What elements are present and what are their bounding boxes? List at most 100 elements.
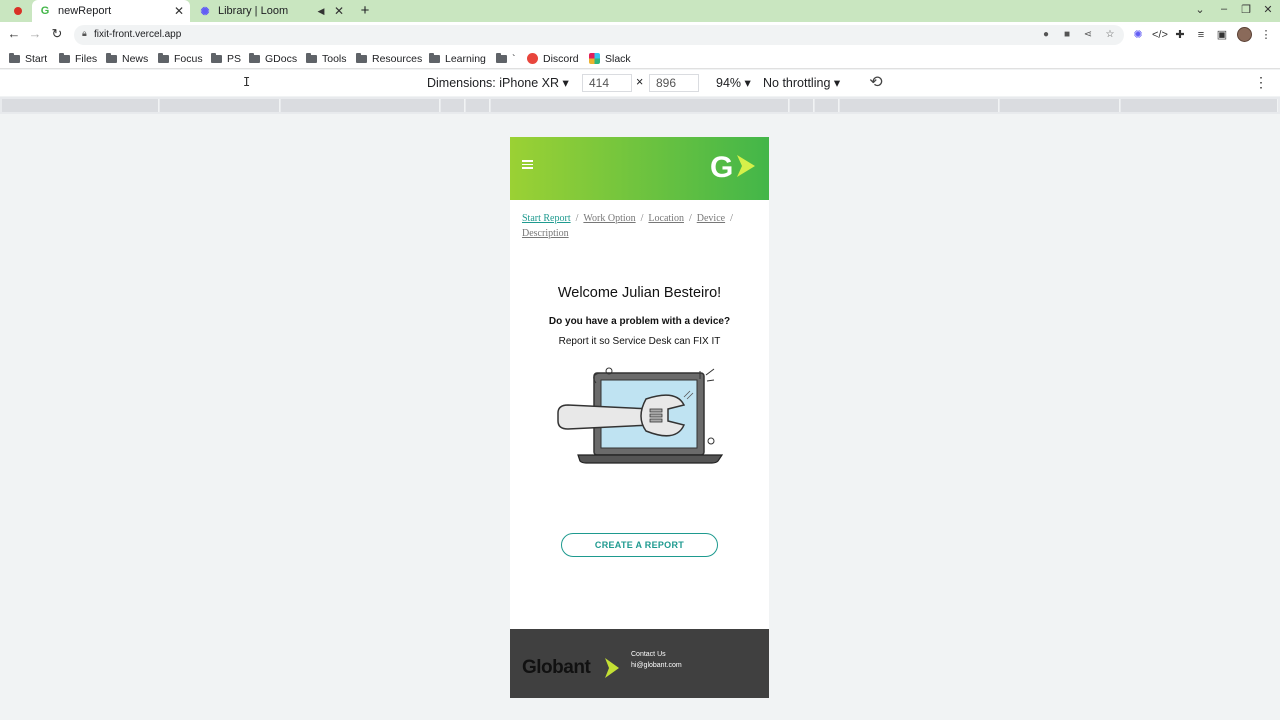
reading-list-icon[interactable]: ≡	[1194, 28, 1208, 42]
breadcrumb-separator: /	[640, 213, 644, 224]
media-query-segment[interactable]	[441, 99, 465, 112]
extensions-puzzle-icon[interactable]: ✚	[1173, 28, 1187, 42]
forward-icon[interactable]: →	[27, 26, 43, 42]
tab-search-icon[interactable]: ⌄	[1193, 3, 1207, 16]
bookmark-label: PS	[227, 52, 242, 65]
chrome-menu-icon[interactable]: ⋮	[1259, 28, 1273, 42]
media-query-segment[interactable]	[815, 99, 839, 112]
slack-icon	[589, 53, 600, 64]
contact-us-label: Contact Us	[631, 651, 666, 658]
extension-code-icon[interactable]: </>	[1152, 28, 1168, 42]
media-query-segment[interactable]	[840, 99, 999, 112]
problem-question: Do you have a problem with a device?	[548, 316, 731, 327]
bookmark-news[interactable]: News	[106, 51, 148, 66]
camera-icon[interactable]: ■	[1061, 29, 1073, 41]
rotate-device-icon[interactable]: ⟲	[866, 73, 886, 93]
bookmark-star-icon[interactable]: ☆	[1104, 29, 1116, 41]
contact-email-link[interactable]: hi@globant.com	[631, 662, 682, 669]
media-query-segment[interactable]	[2, 99, 159, 112]
folder-icon	[356, 52, 367, 63]
back-icon[interactable]: ←	[6, 26, 22, 42]
bookmark-label: Start	[25, 52, 48, 65]
address-bar[interactable]: 🔒︎ fixit-front.vercel.app ● ■ ⋖ ☆	[74, 25, 1124, 45]
zoom-select[interactable]: 94% ▾	[716, 75, 751, 90]
report-instruction: Report it so Service Desk can FIX IT	[558, 336, 721, 347]
mobile-viewport: G Start Report / Work Option / Location / Devi…	[510, 137, 769, 698]
tab-title: Library | Loom	[218, 5, 289, 17]
viewport-height-input[interactable]: 896	[649, 74, 699, 92]
media-query-segment[interactable]	[281, 99, 440, 112]
bookmark-label: Resources	[372, 52, 423, 65]
tab-loom[interactable]: ✺ Library | Loom ◀ ✕	[192, 0, 350, 22]
globant-chevron-icon	[605, 658, 619, 678]
share-icon[interactable]: ⋖	[1082, 29, 1094, 41]
reload-icon[interactable]: ↻	[49, 26, 65, 42]
bookmark-label: `	[512, 52, 516, 65]
dimension-times-label: ×	[636, 75, 644, 89]
breadcrumb-location[interactable]: Location	[648, 213, 684, 224]
bookmark-discord[interactable]: Discord	[527, 51, 579, 66]
breadcrumb-device[interactable]: Device	[697, 213, 725, 224]
tab-audio-icon[interactable]: ◀	[314, 6, 328, 17]
bookmark-gdocs[interactable]: GDocs	[249, 51, 297, 66]
folder-icon	[59, 52, 70, 63]
bookmark-tools[interactable]: Tools	[306, 51, 347, 66]
hamburger-menu-icon[interactable]	[522, 160, 533, 169]
breadcrumb-work-option[interactable]: Work Option	[583, 213, 635, 224]
app-header: G	[510, 137, 769, 200]
create-report-button[interactable]: CREATE A REPORT	[561, 533, 718, 557]
close-window-icon[interactable]: ✕	[1261, 3, 1275, 16]
folder-icon	[429, 52, 440, 63]
breadcrumb-start-report[interactable]: Start Report	[522, 213, 571, 224]
media-query-segment[interactable]	[160, 99, 280, 112]
close-tab-icon[interactable]: ✕	[332, 4, 346, 18]
bookmark-resources[interactable]: Resources	[356, 51, 422, 66]
loom-favicon-icon: ✺	[200, 5, 210, 18]
media-query-bar	[0, 97, 1280, 114]
bookmark-label: GDocs	[265, 52, 298, 65]
close-tab-icon[interactable]: ✕	[172, 4, 186, 18]
location-icon[interactable]: ●	[1040, 29, 1052, 41]
globant-footer-logo[interactable]: Globant	[522, 657, 591, 679]
breadcrumb-description[interactable]: Description	[522, 228, 569, 239]
media-query-segment[interactable]	[491, 99, 789, 112]
folder-icon	[211, 52, 222, 63]
media-query-segment[interactable]	[466, 99, 490, 112]
media-query-segment[interactable]	[1000, 99, 1120, 112]
breadcrumb-separator: /	[688, 213, 692, 224]
bookmark-focus[interactable]: Focus	[158, 51, 203, 66]
bookmark-learning[interactable]: Learning	[429, 51, 486, 66]
throttling-select[interactable]: No throttling ▾	[763, 75, 840, 90]
logo-chevron	[737, 155, 755, 177]
recording-indicator-icon	[14, 7, 22, 15]
breadcrumb-separator: /	[575, 213, 579, 224]
tab-newreport[interactable]: G newReport ✕	[32, 0, 190, 22]
device-dimensions-select[interactable]: Dimensions: iPhone XR ▾	[427, 75, 569, 90]
media-query-segment[interactable]	[1121, 99, 1278, 112]
side-panel-icon[interactable]: ▣	[1215, 28, 1229, 42]
discord-icon	[527, 53, 538, 64]
bookmark-slack[interactable]: Slack	[589, 51, 631, 66]
bookmark-backtick[interactable]: `	[496, 51, 516, 66]
profile-avatar[interactable]	[1237, 27, 1252, 42]
bookmark-ps[interactable]: PS	[211, 51, 241, 66]
bookmark-start[interactable]: Start	[9, 51, 47, 66]
maximize-icon[interactable]: ❐	[1239, 3, 1253, 16]
logo-letter: G	[710, 151, 733, 183]
globant-favicon-icon: G	[40, 5, 50, 17]
device-toolbar-menu-icon[interactable]: ⋮	[1254, 74, 1268, 92]
folder-icon	[9, 52, 20, 63]
browser-toolbar: ← → ↻ 🔒︎ fixit-front.vercel.app ● ■ ⋖ ☆	[0, 22, 1280, 48]
new-tab-icon[interactable]: +	[357, 2, 373, 20]
folder-icon	[249, 52, 260, 63]
globant-g-logo[interactable]: G	[710, 149, 758, 183]
media-query-segment[interactable]	[790, 99, 814, 112]
folder-icon	[158, 52, 169, 63]
extension-loom-icon[interactable]: ✺	[1131, 28, 1145, 42]
minimize-icon[interactable]: –	[1217, 3, 1231, 15]
bookmark-label: Files	[75, 52, 98, 65]
welcome-heading: Welcome Julian Besteiro!	[557, 285, 722, 301]
viewport-width-input[interactable]: 414	[582, 74, 632, 92]
bookmark-label: Discord	[543, 52, 579, 65]
bookmark-files[interactable]: Files	[59, 51, 97, 66]
